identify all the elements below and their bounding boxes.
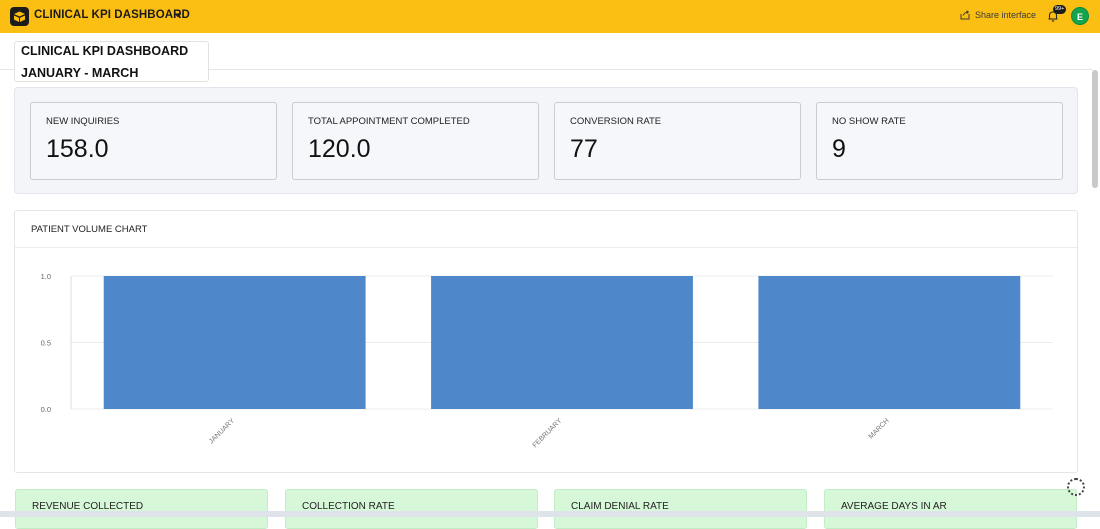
kpi-value: 120.0 — [308, 135, 371, 163]
kpi-card-conversion-rate[interactable]: CONVERSION RATE 77 — [554, 102, 801, 180]
loading-spinner-icon — [1067, 478, 1085, 496]
kpi-value: 158.0 — [46, 135, 109, 163]
top-bar: CLINICAL KPI DASHBOARD Share interface 9… — [0, 0, 1100, 33]
base-name[interactable]: CLINICAL KPI DASHBOARD — [34, 9, 190, 21]
kpi-card-new-inquiries[interactable]: NEW INQUIRIES 158.0 — [30, 102, 277, 180]
x-tick-label: MARCH — [868, 417, 891, 440]
kpi-panel: NEW INQUIRIES 158.0 TOTAL APPOINTMENT CO… — [14, 87, 1078, 194]
kpi-card-claim-denial-rate[interactable]: CLAIM DENIAL RATE — [554, 489, 807, 529]
chevron-down-icon[interactable] — [173, 10, 183, 20]
kpi-card-average-days-in-ar[interactable]: AVERAGE DAYS IN AR — [824, 489, 1077, 529]
patient-volume-chart-card: PATIENT VOLUME CHART 1.0 0.5 0.0 JANUARY FEB… — [14, 210, 1078, 473]
bottom-strip — [0, 511, 1100, 517]
user-avatar[interactable]: E — [1071, 7, 1089, 25]
kpi-card-total-appointments[interactable]: TOTAL APPOINTMENT COMPLETED 120.0 — [292, 102, 539, 180]
patient-volume-chart: 1.0 0.5 0.0 JANUARY FEBRUARY MARCH — [41, 272, 1053, 449]
bar-february — [431, 276, 693, 409]
bar-march — [758, 276, 1021, 409]
notification-count-badge: 99+ — [1053, 5, 1067, 14]
x-tick-label: FEBRUARY — [532, 417, 564, 449]
kpi-card-collection-rate[interactable]: COLLECTION RATE — [285, 489, 538, 529]
dashboard-date-range: JANUARY - MARCH — [21, 66, 139, 80]
kpi-label: NO SHOW RATE — [832, 116, 906, 127]
kpi-value: 77 — [570, 135, 598, 163]
dashboard-title-box: CLINICAL KPI DASHBOARD JANUARY - MARCH — [14, 41, 209, 82]
share-interface-label: Share interface — [975, 10, 1037, 20]
y-tick-label: 0.0 — [41, 405, 51, 414]
kpi-label: CONVERSION RATE — [570, 116, 662, 127]
share-interface-button[interactable]: Share interface — [960, 10, 1036, 20]
kpi-card-revenue-collected[interactable]: REVENUE COLLECTED — [15, 489, 268, 529]
y-tick-label: 1.0 — [41, 272, 51, 281]
kpi-label: NEW INQUIRIES — [46, 116, 120, 127]
share-icon — [960, 10, 970, 20]
dashboard-title: CLINICAL KPI DASHBOARD — [21, 44, 189, 58]
chart-header: PATIENT VOLUME CHART — [15, 211, 1077, 248]
chart-title: PATIENT VOLUME CHART — [31, 224, 148, 235]
app-logo-icon[interactable] — [10, 7, 29, 26]
bar-january — [103, 276, 366, 409]
kpi-value: 9 — [832, 135, 846, 163]
kpi-card-no-show-rate[interactable]: NO SHOW RATE 9 — [816, 102, 1063, 180]
vertical-scrollbar[interactable] — [1092, 70, 1098, 188]
y-tick-label: 0.5 — [41, 339, 51, 348]
kpi-label: TOTAL APPOINTMENT COMPLETED — [308, 116, 470, 127]
x-tick-label: JANUARY — [208, 417, 236, 445]
